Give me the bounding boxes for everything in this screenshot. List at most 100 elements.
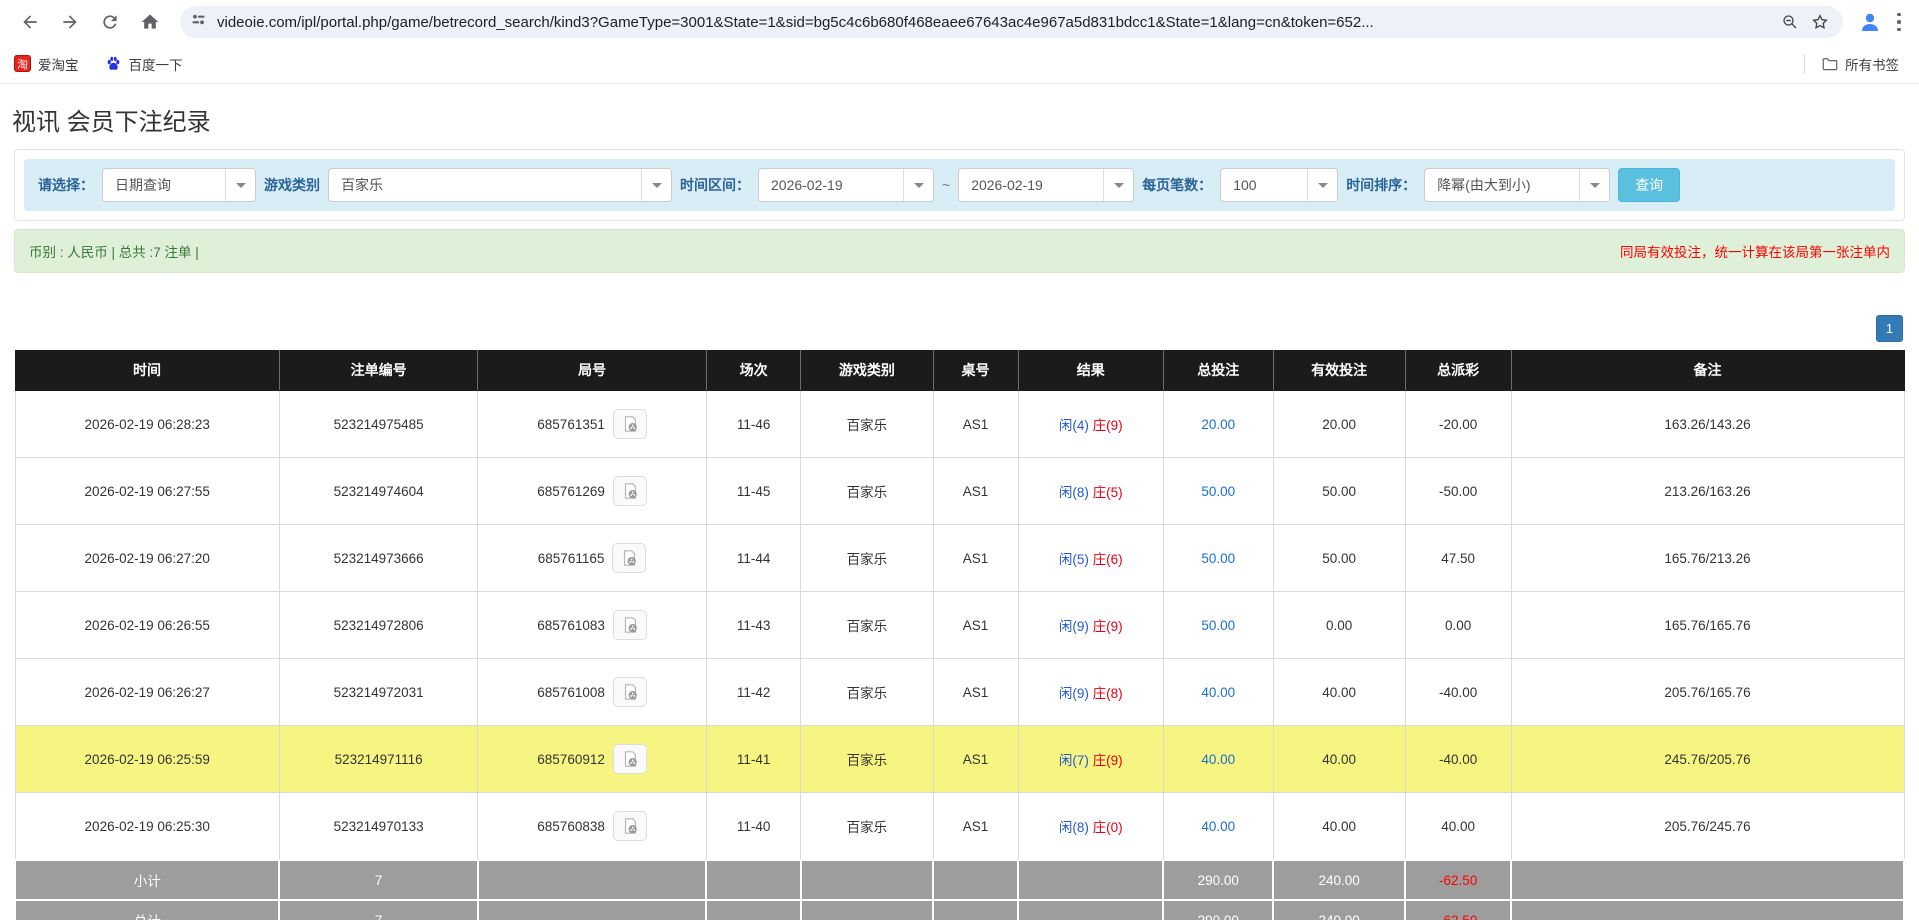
baidu-paw-icon xyxy=(105,55,122,72)
url-bar[interactable]: videoie.com/ipl/portal.php/game/betrecor… xyxy=(180,6,1843,38)
site-info-icon[interactable] xyxy=(190,11,207,33)
bookmarks-bar: 淘 爱淘宝 百度一下 所有书签 xyxy=(0,44,1919,84)
video-playback-button[interactable] xyxy=(613,677,647,707)
cell-game-type: 百家乐 xyxy=(801,726,933,793)
video-playback-button[interactable] xyxy=(613,811,647,841)
col-session: 场次 xyxy=(706,350,800,391)
cell-session: 11-42 xyxy=(706,659,800,726)
url-text[interactable]: videoie.com/ipl/portal.php/game/betrecor… xyxy=(217,14,1773,31)
page-size-label: 每页笔数： xyxy=(1142,175,1212,195)
cell-round-no: 685761165 xyxy=(478,525,707,592)
table-row: 2026-02-19 06:26:55 523214972806 6857610… xyxy=(15,592,1904,659)
col-game-type: 游戏类别 xyxy=(801,350,933,391)
total-total-bet: 290.00 xyxy=(1163,900,1273,920)
cell-total-bet: 50.00 xyxy=(1163,458,1273,525)
bookmark-baidu[interactable]: 百度一下 xyxy=(105,54,183,74)
chevron-down-icon xyxy=(1579,169,1609,201)
range-separator: ~ xyxy=(942,177,950,193)
browser-menu-icon[interactable] xyxy=(1889,8,1909,36)
profile-avatar[interactable] xyxy=(1857,9,1883,35)
chevron-down-icon xyxy=(641,169,671,201)
result-banker: 庄(6) xyxy=(1093,552,1123,567)
page-title: 视讯 会员下注纪录 xyxy=(12,102,1919,137)
note-text: 同局有效投注，统一计算在该局第一张注单内 xyxy=(1620,241,1890,261)
bookmark-label: 百度一下 xyxy=(129,54,183,74)
cell-table-no: AS1 xyxy=(933,391,1018,458)
home-button[interactable] xyxy=(133,5,167,39)
col-valid-bet: 有效投注 xyxy=(1273,350,1405,391)
subtotal-valid-bet: 240.00 xyxy=(1273,860,1405,900)
cell-bet-no: 523214972806 xyxy=(279,592,477,659)
date-to-select[interactable]: 2026-02-19 xyxy=(958,168,1134,202)
video-playback-button[interactable] xyxy=(613,409,647,439)
result-player: 闲(7) xyxy=(1059,753,1089,768)
col-time: 时间 xyxy=(15,350,279,391)
cell-session: 11-40 xyxy=(706,793,800,861)
page-size-select[interactable]: 100 xyxy=(1220,168,1338,202)
total-bet-link[interactable]: 50.00 xyxy=(1201,484,1235,499)
total-bet-link[interactable]: 50.00 xyxy=(1201,618,1235,633)
cell-time: 2026-02-19 06:28:23 xyxy=(15,391,279,458)
subtotal-total-bet: 290.00 xyxy=(1163,860,1273,900)
cell-time: 2026-02-19 06:25:30 xyxy=(15,793,279,861)
cell-round-no: 685760838 xyxy=(478,793,707,861)
result-banker: 庄(0) xyxy=(1093,820,1123,835)
page-content: 视讯 会员下注纪录 请选择： 日期查询 游戏类别 百家乐 时间区间： 2026-… xyxy=(0,102,1919,920)
cell-valid-bet: 40.00 xyxy=(1273,659,1405,726)
forward-button[interactable] xyxy=(53,5,87,39)
video-playback-button[interactable] xyxy=(613,610,647,640)
cell-remark: 163.26/143.26 xyxy=(1511,391,1904,458)
cell-session: 11-41 xyxy=(706,726,800,793)
cell-bet-no: 523214973666 xyxy=(279,525,477,592)
total-valid-bet: 240.00 xyxy=(1273,900,1405,920)
cell-valid-bet: 40.00 xyxy=(1273,793,1405,861)
video-playback-button[interactable] xyxy=(613,744,647,774)
result-banker: 庄(5) xyxy=(1093,485,1123,500)
cell-game-type: 百家乐 xyxy=(801,659,933,726)
result-player: 闲(4) xyxy=(1059,418,1089,433)
cell-game-type: 百家乐 xyxy=(801,458,933,525)
time-range-label: 时间区间： xyxy=(680,175,750,195)
total-count: 7 xyxy=(279,900,477,920)
cell-result: 闲(9) 庄(9) xyxy=(1018,592,1163,659)
bookmark-taobao[interactable]: 淘 爱淘宝 xyxy=(14,54,79,74)
cell-game-type: 百家乐 xyxy=(801,391,933,458)
result-player: 闲(9) xyxy=(1059,619,1089,634)
folder-icon xyxy=(1821,55,1838,72)
total-payout: -62.50 xyxy=(1405,900,1511,920)
page-number-button[interactable]: 1 xyxy=(1876,315,1903,342)
cell-table-no: AS1 xyxy=(933,659,1018,726)
reload-button[interactable] xyxy=(93,5,127,39)
result-player: 闲(8) xyxy=(1059,820,1089,835)
query-type-select[interactable]: 日期查询 xyxy=(102,168,256,202)
all-bookmarks-button[interactable]: 所有书签 xyxy=(1821,54,1899,74)
total-bet-link[interactable]: 40.00 xyxy=(1201,685,1235,700)
date-from-select[interactable]: 2026-02-19 xyxy=(758,168,934,202)
game-type-select[interactable]: 百家乐 xyxy=(328,168,672,202)
currency-summary-text: 币别 : 人民币 | 总共 :7 注单 | xyxy=(29,241,199,261)
total-bet-link[interactable]: 40.00 xyxy=(1201,819,1235,834)
cell-time: 2026-02-19 06:27:55 xyxy=(15,458,279,525)
cell-bet-no: 523214975485 xyxy=(279,391,477,458)
cell-valid-bet: 40.00 xyxy=(1273,726,1405,793)
video-playback-button[interactable] xyxy=(613,476,647,506)
total-bet-link[interactable]: 20.00 xyxy=(1201,417,1235,432)
cell-bet-no: 523214974604 xyxy=(279,458,477,525)
col-round-no: 局号 xyxy=(478,350,707,391)
sort-order-select[interactable]: 降幂(由大到小) xyxy=(1424,168,1610,202)
video-playback-button[interactable] xyxy=(612,543,646,573)
cell-payout: 47.50 xyxy=(1405,525,1511,592)
result-banker: 庄(9) xyxy=(1093,619,1123,634)
search-button[interactable]: 查询 xyxy=(1618,168,1680,202)
total-bet-link[interactable]: 40.00 xyxy=(1201,752,1235,767)
cell-remark: 205.76/165.76 xyxy=(1511,659,1904,726)
cell-result: 闲(4) 庄(9) xyxy=(1018,391,1163,458)
total-bet-link[interactable]: 50.00 xyxy=(1201,551,1235,566)
cell-round-no: 685761083 xyxy=(478,592,707,659)
cell-valid-bet: 50.00 xyxy=(1273,458,1405,525)
zoom-icon[interactable] xyxy=(1777,9,1803,35)
back-button[interactable] xyxy=(13,5,47,39)
col-payout: 总派彩 xyxy=(1405,350,1511,391)
bookmark-star-icon[interactable] xyxy=(1807,9,1833,35)
cell-total-bet: 50.00 xyxy=(1163,525,1273,592)
